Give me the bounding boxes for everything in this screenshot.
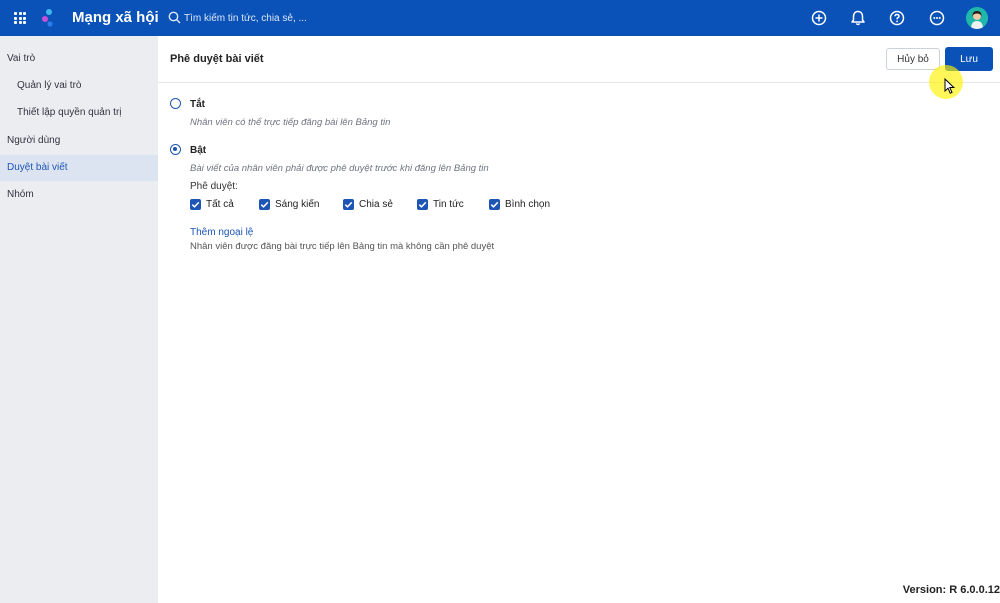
bell-icon[interactable]	[848, 8, 868, 28]
more-icon[interactable]	[927, 8, 947, 28]
search-input[interactable]	[184, 9, 434, 27]
radio-on[interactable]	[170, 144, 181, 155]
checkbox-shares[interactable]	[343, 199, 354, 210]
help-icon[interactable]	[887, 8, 907, 28]
checkbox-polls-label: Bình chọn	[505, 199, 551, 210]
sidebar-item-admin-permissions[interactable]: Thiết lập quyền quản trị	[0, 100, 158, 126]
check-icon	[344, 201, 353, 208]
check-icon	[418, 201, 427, 208]
option-on-description: Bài viết của nhân viên phải được phê duy…	[190, 163, 489, 174]
search-icon	[168, 11, 181, 24]
checkbox-news[interactable]	[417, 199, 428, 210]
user-avatar[interactable]	[966, 7, 988, 29]
check-icon	[260, 201, 269, 208]
sidebar-item-role-management[interactable]: Quản lý vai trò	[0, 73, 158, 99]
option-on-label: Bật	[190, 145, 207, 156]
approve-label: Phê duyệt:	[190, 181, 238, 192]
checkbox-polls[interactable]	[489, 199, 500, 210]
content-header: Phê duyệt bài viết Hủy bỏ Lưu	[158, 36, 1000, 83]
sidebar-item-users[interactable]: Người dùng	[0, 128, 158, 154]
add-exception-link[interactable]: Thêm ngoại lệ	[190, 227, 253, 238]
checkbox-all[interactable]	[190, 199, 201, 210]
exception-description: Nhân viên được đăng bài trực tiếp lên Bả…	[190, 241, 495, 252]
search-bar[interactable]	[166, 9, 446, 27]
check-icon	[191, 201, 200, 208]
checkbox-news-label: Tin tức	[433, 199, 464, 210]
radio-off[interactable]	[170, 98, 181, 109]
sidebar: Vai trò Quản lý vai trò Thiết lập quyền …	[0, 36, 158, 603]
checkbox-initiatives[interactable]	[259, 199, 270, 210]
sidebar-item-post-approval[interactable]: Duyệt bài viết	[0, 155, 158, 181]
page-title: Phê duyệt bài viết	[170, 53, 264, 65]
version-label: Version: R 6.0.0.12	[902, 584, 1000, 596]
mouse-pointer-icon	[944, 78, 956, 94]
top-bar: Mạng xã hội	[0, 0, 1000, 36]
apps-grid-icon[interactable]	[14, 12, 26, 24]
app-logo-icon	[42, 9, 53, 27]
checkbox-initiatives-label: Sáng kiến	[275, 199, 320, 210]
checkbox-shares-label: Chia sẻ	[359, 199, 393, 210]
sidebar-item-groups[interactable]: Nhóm	[0, 182, 158, 208]
sidebar-item-roles[interactable]: Vai trò	[0, 46, 158, 72]
option-off-description: Nhân viên có thể trực tiếp đăng bài lên …	[190, 117, 391, 128]
add-icon[interactable]	[809, 8, 829, 28]
option-off-label: Tắt	[190, 99, 205, 110]
cancel-button[interactable]: Hủy bỏ	[886, 48, 940, 70]
check-icon	[490, 201, 499, 208]
app-title[interactable]: Mạng xã hội	[72, 9, 159, 26]
avatar-image-icon	[966, 7, 988, 29]
checkbox-all-label: Tất cả	[206, 199, 234, 210]
